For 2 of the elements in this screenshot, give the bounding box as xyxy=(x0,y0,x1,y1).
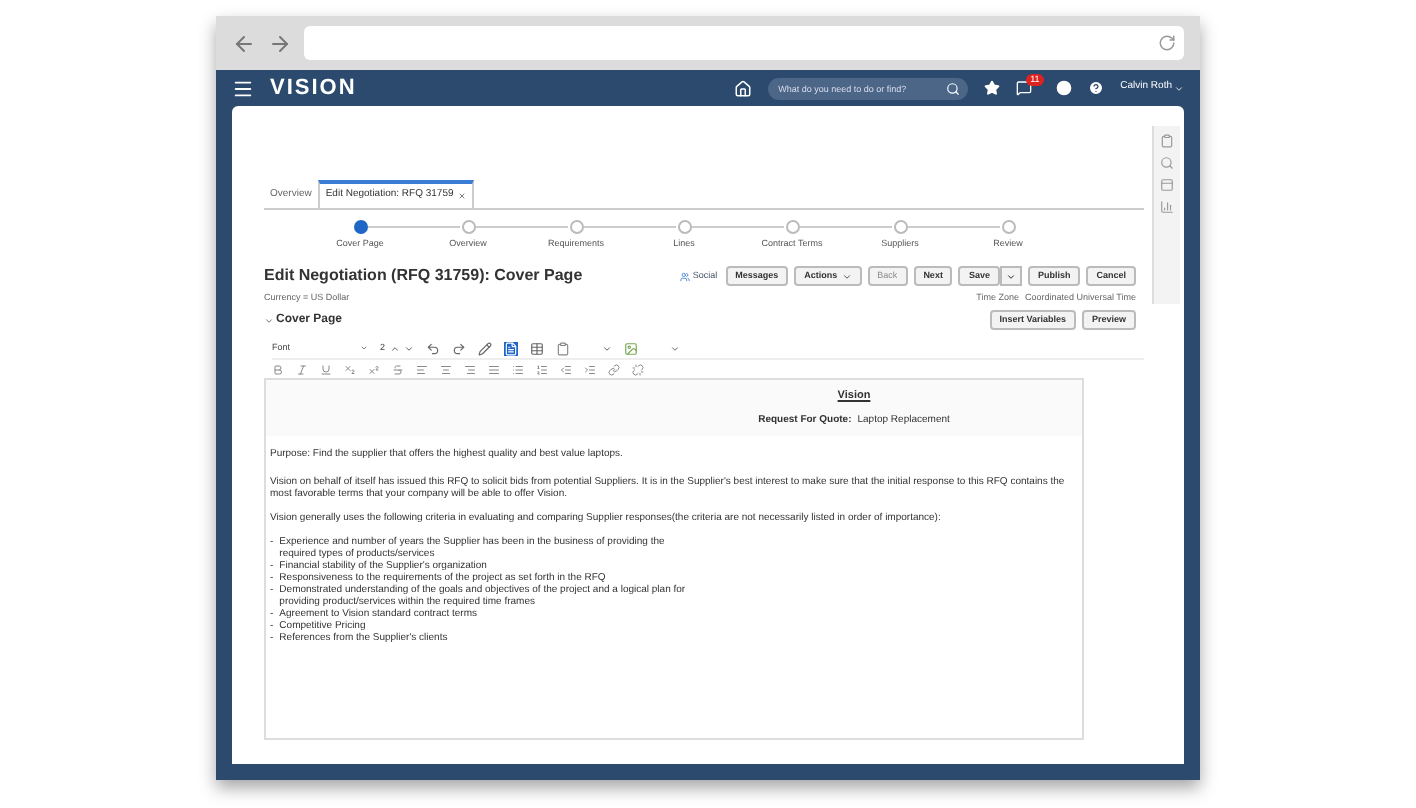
page-title: Edit Negotiation (RFQ 31759): Cover Page xyxy=(264,264,583,289)
app-logo[interactable]: VISION xyxy=(270,71,357,105)
